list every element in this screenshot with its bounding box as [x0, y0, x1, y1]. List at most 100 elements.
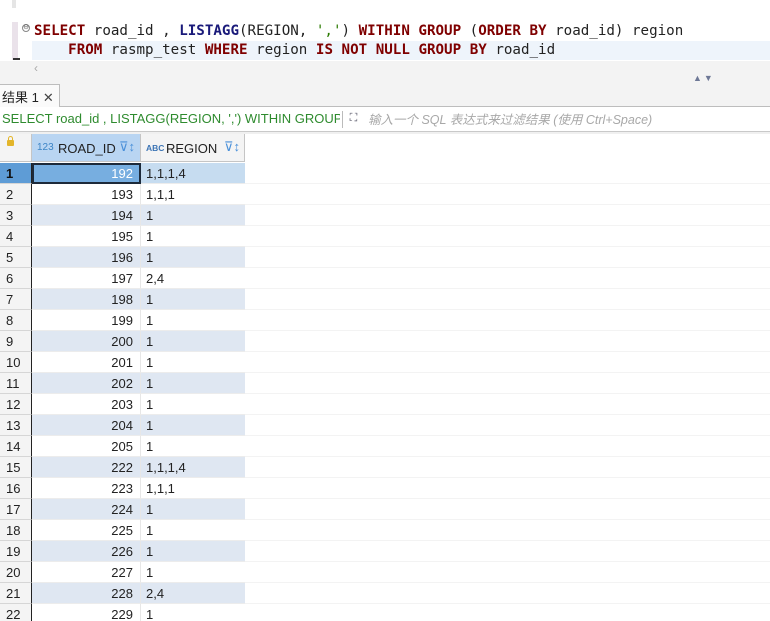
cell-road-id[interactable]: 222: [32, 457, 141, 478]
cell-region[interactable]: 1: [141, 520, 245, 541]
row-number[interactable]: 8: [0, 310, 32, 331]
cell-region[interactable]: 1,1,1,4: [141, 457, 245, 478]
sql-editor[interactable]: ⊖ SELECT road_id , LISTAGG(REGION, ',') …: [0, 0, 770, 84]
table-row[interactable]: 18 225 1: [0, 520, 770, 541]
row-number[interactable]: 4: [0, 226, 32, 247]
fold-icon[interactable]: ⊖: [22, 24, 30, 32]
cell-region[interactable]: 1,1,1: [141, 478, 245, 499]
close-icon[interactable]: ✕: [43, 90, 54, 105]
cell-region[interactable]: 1: [141, 436, 245, 457]
filter-sort-icon[interactable]: ⊽↕: [224, 139, 240, 155]
cell-road-id[interactable]: 201: [32, 352, 141, 373]
row-number[interactable]: 12: [0, 394, 32, 415]
cell-road-id[interactable]: 192: [32, 163, 141, 184]
table-row[interactable]: 6 197 2,4: [0, 268, 770, 289]
cell-road-id[interactable]: 194: [32, 205, 141, 226]
row-number[interactable]: 13: [0, 415, 32, 436]
table-row[interactable]: 1 192 1,1,1,4: [0, 163, 770, 184]
table-row[interactable]: 20 227 1: [0, 562, 770, 583]
cell-road-id[interactable]: 193: [32, 184, 141, 205]
table-row[interactable]: 10 201 1: [0, 352, 770, 373]
cell-region[interactable]: 1: [141, 289, 245, 310]
cell-road-id[interactable]: 195: [32, 226, 141, 247]
row-number[interactable]: 17: [0, 499, 32, 520]
cell-region[interactable]: 1,1,1: [141, 184, 245, 205]
cell-road-id[interactable]: 228: [32, 583, 141, 604]
table-row[interactable]: 8 199 1: [0, 310, 770, 331]
cell-road-id[interactable]: 227: [32, 562, 141, 583]
cell-road-id[interactable]: 199: [32, 310, 141, 331]
row-number[interactable]: 6: [0, 268, 32, 289]
row-number[interactable]: 16: [0, 478, 32, 499]
row-number[interactable]: 3: [0, 205, 32, 226]
cell-region[interactable]: 2,4: [141, 268, 245, 289]
scroll-left-icon[interactable]: ‹: [34, 61, 38, 75]
cell-region[interactable]: 1: [141, 226, 245, 247]
cell-region[interactable]: 1: [141, 541, 245, 562]
column-header-road-id[interactable]: 123 ROAD_ID ⊽↕: [32, 134, 141, 162]
row-number[interactable]: 2: [0, 184, 32, 205]
row-number[interactable]: 22: [0, 604, 32, 621]
row-number[interactable]: 14: [0, 436, 32, 457]
cell-road-id[interactable]: 200: [32, 331, 141, 352]
table-row[interactable]: 5 196 1: [0, 247, 770, 268]
table-row[interactable]: 2 193 1,1,1: [0, 184, 770, 205]
row-number[interactable]: 20: [0, 562, 32, 583]
table-row[interactable]: 3 194 1: [0, 205, 770, 226]
cell-region[interactable]: 1: [141, 310, 245, 331]
tab-result-1[interactable]: 结果 1 ✕: [0, 84, 60, 107]
cell-road-id[interactable]: 229: [32, 604, 141, 621]
filter-sort-icon[interactable]: ⊽↕: [119, 139, 135, 155]
grid-corner[interactable]: [0, 134, 32, 162]
filter-input[interactable]: [368, 110, 766, 129]
cell-region[interactable]: 1: [141, 205, 245, 226]
cell-region[interactable]: 1: [141, 604, 245, 621]
cell-road-id[interactable]: 202: [32, 373, 141, 394]
cell-region[interactable]: 1: [141, 373, 245, 394]
table-row[interactable]: 19 226 1: [0, 541, 770, 562]
row-number[interactable]: 9: [0, 331, 32, 352]
cell-region[interactable]: 1,1,1,4: [141, 163, 245, 184]
table-row[interactable]: 14 205 1: [0, 436, 770, 457]
cell-road-id[interactable]: 226: [32, 541, 141, 562]
cell-region[interactable]: 1: [141, 562, 245, 583]
row-number[interactable]: 11: [0, 373, 32, 394]
cell-region[interactable]: 1: [141, 352, 245, 373]
cell-region[interactable]: 1: [141, 415, 245, 436]
column-header-region[interactable]: ABC REGION ⊽↕: [141, 134, 245, 162]
row-number[interactable]: 5: [0, 247, 32, 268]
cell-region[interactable]: 2,4: [141, 583, 245, 604]
cell-road-id[interactable]: 198: [32, 289, 141, 310]
table-row[interactable]: 17 224 1: [0, 499, 770, 520]
code-line-1[interactable]: SELECT road_id , LISTAGG(REGION, ',') WI…: [34, 23, 683, 39]
cell-road-id[interactable]: 204: [32, 415, 141, 436]
row-number[interactable]: 7: [0, 289, 32, 310]
table-row[interactable]: 15 222 1,1,1,4: [0, 457, 770, 478]
table-row[interactable]: 4 195 1: [0, 226, 770, 247]
cell-road-id[interactable]: 203: [32, 394, 141, 415]
row-number[interactable]: 18: [0, 520, 32, 541]
code-line-2[interactable]: FROM rasmp_test WHERE region IS NOT NULL…: [34, 42, 555, 58]
table-row[interactable]: 13 204 1: [0, 415, 770, 436]
table-row[interactable]: 22 229 1: [0, 604, 770, 621]
expand-icon[interactable]: ⛶: [346, 111, 361, 126]
row-number[interactable]: 21: [0, 583, 32, 604]
table-row[interactable]: 9 200 1: [0, 331, 770, 352]
cell-region[interactable]: 1: [141, 247, 245, 268]
cell-road-id[interactable]: 205: [32, 436, 141, 457]
cell-road-id[interactable]: 224: [32, 499, 141, 520]
table-row[interactable]: 11 202 1: [0, 373, 770, 394]
table-row[interactable]: 7 198 1: [0, 289, 770, 310]
table-row[interactable]: 21 228 2,4: [0, 583, 770, 604]
cell-road-id[interactable]: 223: [32, 478, 141, 499]
cell-region[interactable]: 1: [141, 499, 245, 520]
table-row[interactable]: 16 223 1,1,1: [0, 478, 770, 499]
result-nav-arrows-icon[interactable]: ▲▼: [693, 73, 715, 83]
row-number[interactable]: 15: [0, 457, 32, 478]
cell-region[interactable]: 1: [141, 331, 245, 352]
cell-region[interactable]: 1: [141, 394, 245, 415]
row-number[interactable]: 10: [0, 352, 32, 373]
cell-road-id[interactable]: 196: [32, 247, 141, 268]
horizontal-scrollbar[interactable]: ‹: [0, 61, 770, 84]
row-number[interactable]: 19: [0, 541, 32, 562]
